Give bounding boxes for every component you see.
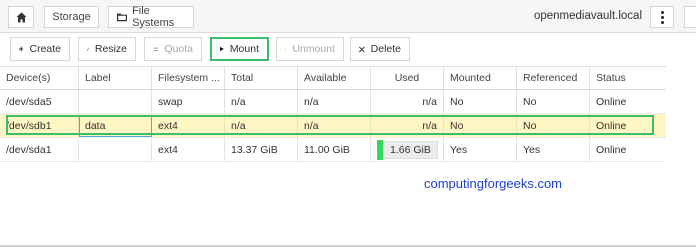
cell-status: Online <box>596 95 627 108</box>
table-row-selected[interactable]: /dev/sdb1 data ext4 n/a n/a n/a No No On… <box>0 114 666 138</box>
usage-bar-value: 1.66 GiB <box>383 140 438 159</box>
main-menu-button[interactable] <box>650 6 674 28</box>
plus-icon <box>19 46 24 52</box>
hostname: openmediavault.local <box>533 10 642 22</box>
cell-used: n/a <box>371 114 444 137</box>
cell-referenced: Yes <box>517 138 590 161</box>
breadcrumb-file-systems-label: File Systems <box>132 5 175 29</box>
toolbar: Create Resize Quota Mount Unmount Delete <box>0 33 696 66</box>
cell-total: n/a <box>225 90 298 113</box>
resize-button-label: Resize <box>94 43 127 55</box>
quota-users-icon <box>153 47 159 52</box>
cell-filesystem: ext4 <box>152 114 225 137</box>
breadcrumb-file-systems[interactable]: File Systems <box>108 5 194 29</box>
column-header-referenced[interactable]: Referenced <box>517 67 590 89</box>
unmount-button[interactable]: Unmount <box>276 37 344 61</box>
breadcrumb-storage-label: Storage <box>52 11 91 23</box>
cell-status: Online <box>596 119 627 132</box>
cell-available: n/a <box>298 90 371 113</box>
home-icon <box>16 12 26 22</box>
column-header-used[interactable]: Used <box>371 67 444 89</box>
cell-referenced: No <box>517 90 590 113</box>
vertical-dots-icon <box>660 10 664 24</box>
mount-button-label: Mount <box>229 43 259 55</box>
cell-available: n/a <box>298 114 371 137</box>
play-icon <box>220 46 224 52</box>
cell-status: Online <box>596 143 627 156</box>
cell-filesystem: ext4 <box>152 138 225 161</box>
column-header-filesystem[interactable]: Filesystem ... <box>152 67 225 89</box>
cell-filesystem: swap <box>152 90 225 113</box>
mount-button[interactable]: Mount <box>210 37 269 61</box>
cell-device: /dev/sda5 <box>0 90 79 113</box>
cell-mounted: No <box>444 90 517 113</box>
quota-button[interactable]: Quota <box>144 37 202 61</box>
create-button-label: Create <box>29 43 61 55</box>
cell-device: /dev/sdb1 <box>0 114 79 137</box>
cell-label <box>79 90 152 113</box>
column-header-available[interactable]: Available <box>298 67 371 89</box>
resize-icon <box>87 48 89 50</box>
cell-total: 13.37 GiB <box>225 138 298 161</box>
delete-button[interactable]: Delete <box>350 37 410 61</box>
filesystems-table: Device(s) Label Filesystem ... Total Ava… <box>0 66 666 162</box>
column-header-total[interactable]: Total <box>225 67 298 89</box>
quota-button-label: Quota <box>164 43 193 55</box>
cell-label[interactable]: data <box>79 114 152 137</box>
eject-icon <box>285 48 287 50</box>
column-header-mounted[interactable]: Mounted <box>444 67 517 89</box>
cell-referenced: No <box>517 114 590 137</box>
cell-used: n/a <box>371 90 444 113</box>
unmount-button-label: Unmount <box>292 43 335 55</box>
table-header: Device(s) Label Filesystem ... Total Ava… <box>0 66 666 90</box>
cell-used: 1.66 GiB <box>371 138 444 161</box>
usage-bar: 1.66 GiB <box>377 139 438 160</box>
create-button[interactable]: Create <box>10 37 70 61</box>
cell-mounted: No <box>444 114 517 137</box>
breadcrumb-storage[interactable]: Storage <box>44 6 99 28</box>
column-header-devices[interactable]: Device(s) <box>0 67 79 89</box>
breadcrumb-home[interactable] <box>8 6 34 28</box>
top-bar: Storage File Systems openmediavault.loca… <box>0 0 696 33</box>
watermark-text: computingforgeeks.com <box>424 176 563 191</box>
cell-available: 11.00 GiB <box>298 138 371 161</box>
delete-button-label: Delete <box>370 43 401 55</box>
table-row[interactable]: /dev/sda1 ext4 13.37 GiB 11.00 GiB 1.66 … <box>0 138 666 162</box>
folder-icon <box>117 13 128 22</box>
cell-mounted: Yes <box>444 138 517 161</box>
edge-button[interactable] <box>684 6 696 28</box>
column-header-status[interactable]: Status <box>590 67 666 89</box>
close-icon <box>359 46 365 52</box>
table-row[interactable]: /dev/sda5 swap n/a n/a n/a No No Online <box>0 90 666 114</box>
cell-label <box>79 138 152 161</box>
column-header-label[interactable]: Label <box>79 67 152 89</box>
cell-device: /dev/sda1 <box>0 138 79 161</box>
resize-button[interactable]: Resize <box>78 37 136 61</box>
cell-total: n/a <box>225 114 298 137</box>
